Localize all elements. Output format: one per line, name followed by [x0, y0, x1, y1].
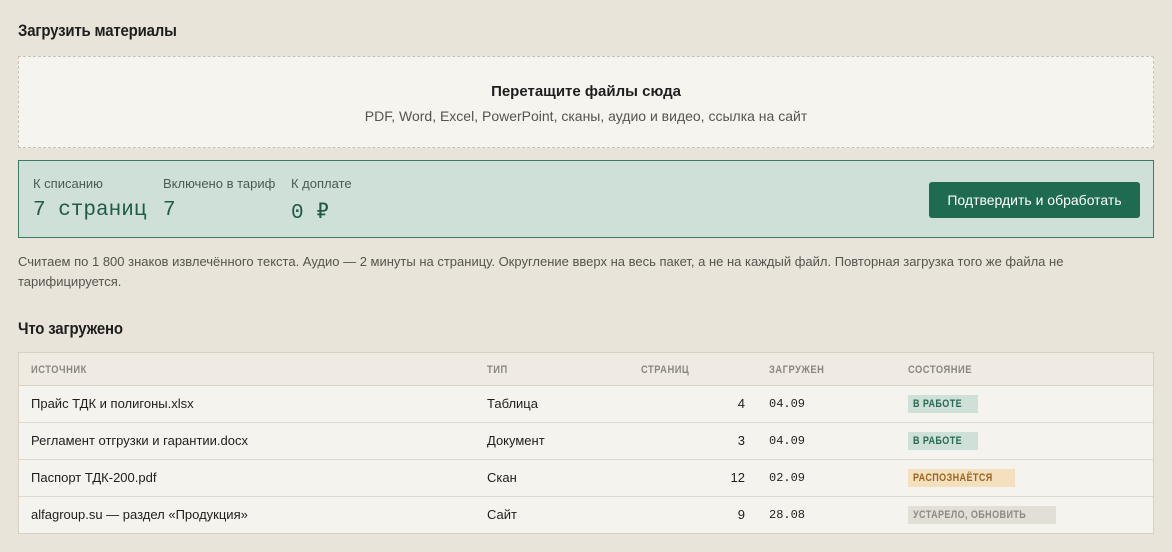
col-header-uploaded: ЗАГРУЖЕН	[769, 364, 825, 376]
charge-block: К списанию 7 страниц	[33, 176, 146, 222]
billing-summary: К списанию 7 страниц Включено в тариф 7 …	[18, 160, 1154, 238]
surcharge-label: К доплате	[291, 176, 352, 191]
row-date: 04.09	[769, 397, 806, 411]
confirm-process-button[interactable]: Подтвердить и обработать	[929, 182, 1140, 218]
row-type: Документ	[487, 433, 545, 448]
row-date: 02.09	[769, 471, 806, 485]
row-pages: 3	[737, 433, 745, 448]
row-source: Прайс ТДК и полигоны.xlsx	[31, 396, 194, 411]
surcharge-block: К доплате 0 ₽	[291, 176, 352, 225]
surcharge-value: 0 ₽	[291, 202, 329, 225]
row-type: Таблица	[487, 396, 538, 411]
dropzone-title: Перетащите файлы сюда	[491, 83, 681, 100]
col-header-source: ИСТОЧНИК	[31, 364, 87, 376]
included-value: 7	[163, 199, 176, 222]
loaded-heading: Что загружено	[18, 319, 123, 338]
table-header: ИСТОЧНИК ТИП СТРАНИЦ ЗАГРУЖЕН СОСТОЯНИЕ	[19, 353, 1153, 386]
row-source: alfagroup.su — раздел «Продукция»	[31, 507, 248, 522]
dropzone-formats: PDF, Word, Excel, PowerPoint, сканы, ауд…	[364, 108, 808, 124]
upload-heading: Загрузить материалы	[18, 21, 177, 40]
row-source: Регламент отгрузки и гарантии.docx	[31, 433, 249, 448]
col-header-type: ТИП	[487, 364, 508, 376]
included-label: Включено в тариф	[163, 176, 276, 191]
uploads-table: ИСТОЧНИК ТИП СТРАНИЦ ЗАГРУЖЕН СОСТОЯНИЕ …	[18, 352, 1154, 534]
included-block: Включено в тариф 7	[163, 176, 275, 222]
row-pages: 12	[730, 470, 745, 485]
status-badge: РАСПОЗНАЁТСЯ	[908, 469, 1016, 487]
col-header-pages: СТРАНИЦ	[641, 364, 690, 376]
billing-note: Считаем по 1 800 знаков извлечённого тек…	[18, 254, 1064, 289]
row-source: Паспорт ТДК-200.pdf	[31, 470, 157, 485]
col-header-status: СОСТОЯНИЕ	[908, 364, 972, 376]
row-pages: 9	[737, 507, 745, 522]
table-row[interactable]: alfagroup.su — раздел «Продукция» Сайт 9…	[19, 497, 1153, 534]
charge-value: 7 страниц	[33, 199, 147, 222]
row-type: Сайт	[487, 507, 517, 522]
table-row[interactable]: Паспорт ТДК-200.pdf Скан 12 02.09 РАСПОЗ…	[19, 460, 1153, 497]
row-date: 28.08	[769, 508, 806, 522]
table-row[interactable]: Прайс ТДК и полигоны.xlsx Таблица 4 04.0…	[19, 386, 1153, 423]
refresh-status-badge[interactable]: УСТАРЕЛО, ОБНОВИТЬ	[908, 506, 1056, 524]
charge-label: К списанию	[33, 176, 103, 191]
row-type: Скан	[487, 470, 517, 485]
file-dropzone[interactable]: Перетащите файлы сюда PDF, Word, Excel, …	[18, 56, 1154, 148]
row-date: 04.09	[769, 434, 806, 448]
status-badge: В РАБОТЕ	[908, 395, 978, 413]
table-row[interactable]: Регламент отгрузки и гарантии.docx Докум…	[19, 423, 1153, 460]
status-badge: В РАБОТЕ	[908, 432, 978, 450]
row-pages: 4	[737, 396, 745, 411]
